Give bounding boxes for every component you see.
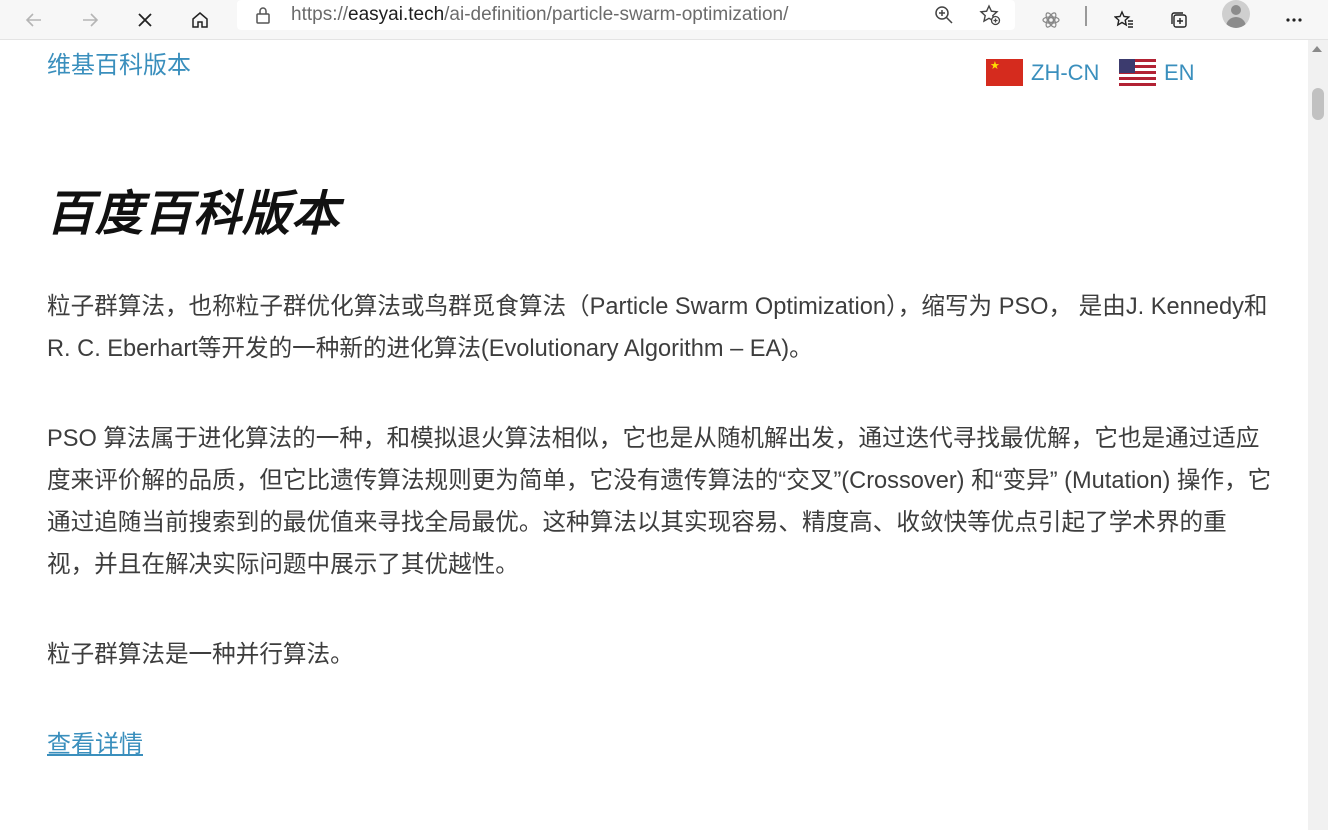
paragraph-parallel: 粒子群算法是一种并行算法。 [47,642,354,668]
us-flag-icon [1119,59,1156,86]
home-icon[interactable] [182,2,218,38]
lang-en[interactable]: EN [1119,59,1195,86]
scrollbar-thumb[interactable] [1312,88,1324,120]
profile-head [1231,5,1241,15]
favorites-icon[interactable] [1106,2,1142,38]
url-host: easyai.tech [348,4,445,25]
browser-toolbar: https://easyai.tech/ai-definition/partic… [0,0,1328,40]
zoom-icon[interactable] [933,4,955,26]
more-icon[interactable] [1276,2,1312,38]
scroll-up-icon[interactable] [1312,46,1322,52]
lang-en-label: EN [1164,59,1195,85]
back-icon[interactable] [16,2,52,38]
url-scheme: https:// [291,4,349,25]
add-favorite-icon[interactable] [979,4,1001,26]
lock-icon[interactable] [253,5,273,25]
lang-zh-cn[interactable]: ★ ZH-CN [986,59,1099,86]
close-icon[interactable] [127,2,163,38]
china-flag-icon: ★ [986,59,1023,86]
address-bar[interactable]: https://easyai.tech/ai-definition/partic… [237,0,1015,30]
collections-icon[interactable] [1161,2,1197,38]
toolbar-separator [1085,6,1087,26]
page-content: 维基百科版本 ★ ZH-CN EN 百度百科版本 粒子群算法，也称粒子群优化算法… [0,40,1308,830]
url-path: /ai-definition/particle-swarm-optimizati… [444,4,789,25]
paragraph-intro: 粒子群算法，也称粒子群优化算法或鸟群觅食算法（Particle Swarm Op… [47,294,1268,362]
extensions-icon[interactable] [1033,2,1069,38]
url-text[interactable]: https://easyai.tech/ai-definition/partic… [291,4,788,26]
forward-icon[interactable] [72,2,108,38]
paragraph-description: PSO 算法属于进化算法的一种，和模拟退火算法相似，它也是从随机解出发，通过迭代… [47,426,1272,578]
view-details-link[interactable]: 查看详情 [47,724,143,759]
profile-body [1226,17,1246,28]
section-heading: 百度百科版本 [46,188,341,241]
wiki-version-link[interactable]: 维基百科版本 [47,45,191,80]
lang-zh-cn-label: ZH-CN [1031,59,1100,85]
vertical-scrollbar[interactable] [1308,40,1328,830]
profile-icon[interactable] [1222,0,1250,28]
